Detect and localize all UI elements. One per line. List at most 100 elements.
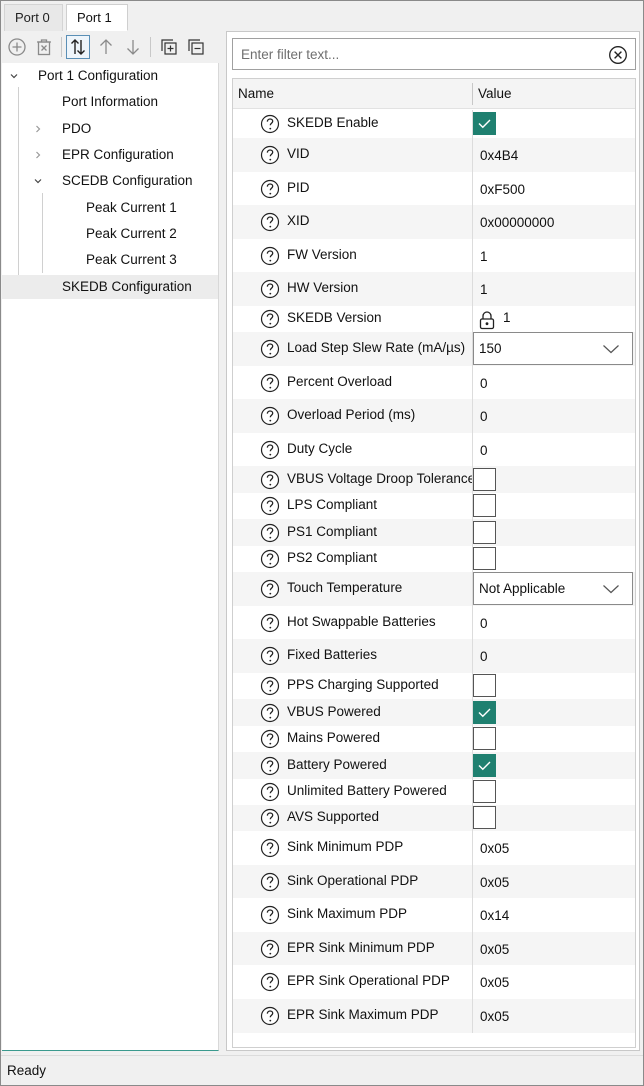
property-value[interactable]: 0 <box>480 616 488 631</box>
value-dropdown[interactable]: 150 <box>473 332 633 365</box>
help-icon[interactable] <box>260 523 280 543</box>
collapse-all-button[interactable] <box>184 35 208 59</box>
property-value[interactable]: 0x05 <box>480 1009 509 1024</box>
property-row[interactable]: PS1 Compliant <box>233 519 635 546</box>
clear-filter-icon[interactable] <box>608 45 628 65</box>
property-value[interactable]: 0x05 <box>480 875 509 890</box>
help-icon[interactable] <box>260 373 280 393</box>
checkbox-unchecked[interactable] <box>473 806 496 829</box>
help-icon[interactable] <box>260 145 280 165</box>
help-icon[interactable] <box>260 246 280 266</box>
help-icon[interactable] <box>260 756 280 776</box>
property-row[interactable]: VBUS Powered <box>233 699 635 726</box>
property-row[interactable]: Mains Powered <box>233 726 635 752</box>
tree-item-pdo[interactable]: PDO <box>2 117 218 141</box>
tree-item-port-1-configuration[interactable]: Port 1 Configuration <box>2 64 218 88</box>
help-icon[interactable] <box>260 212 280 232</box>
property-row[interactable]: Battery Powered <box>233 752 635 779</box>
property-row[interactable]: Duty Cycle 0 <box>233 433 635 466</box>
property-row[interactable]: LPS Compliant <box>233 493 635 519</box>
help-icon[interactable] <box>260 339 280 359</box>
move-down-button[interactable] <box>121 35 145 59</box>
property-row[interactable]: Sink Maximum PDP 0x14 <box>233 898 635 932</box>
help-icon[interactable] <box>260 579 280 599</box>
help-icon[interactable] <box>260 549 280 569</box>
property-row[interactable]: Hot Swappable Batteries 0 <box>233 606 635 639</box>
checkbox-unchecked[interactable] <box>473 674 496 697</box>
help-icon[interactable] <box>260 676 280 696</box>
column-separator[interactable] <box>472 83 473 105</box>
property-value[interactable]: 0 <box>480 443 488 458</box>
checkbox-unchecked[interactable] <box>473 780 496 803</box>
help-icon[interactable] <box>260 808 280 828</box>
tab-port-0[interactable]: Port 0 <box>4 4 63 31</box>
tree-item-port-information[interactable]: Port Information <box>2 90 218 114</box>
checkbox-unchecked[interactable] <box>473 727 496 750</box>
help-icon[interactable] <box>260 496 280 516</box>
chevron-right-icon[interactable] <box>31 117 45 141</box>
tree-item-peak-current-3[interactable]: Peak Current 3 <box>2 248 218 272</box>
property-row[interactable]: FW Version 1 <box>233 239 635 272</box>
delete-button[interactable] <box>32 35 56 59</box>
property-value[interactable]: 0 <box>480 649 488 664</box>
checkbox-checked[interactable] <box>473 701 496 724</box>
property-value[interactable]: 0x05 <box>480 841 509 856</box>
help-icon[interactable] <box>260 114 280 134</box>
help-icon[interactable] <box>260 440 280 460</box>
property-row[interactable]: Percent Overload 0 <box>233 366 635 399</box>
property-row[interactable]: PPS Charging Supported <box>233 673 635 699</box>
property-row[interactable]: Sink Operational PDP 0x05 <box>233 865 635 898</box>
property-row[interactable]: EPR Sink Minimum PDP 0x05 <box>233 932 635 965</box>
help-icon[interactable] <box>260 703 280 723</box>
property-row[interactable]: Unlimited Battery Powered <box>233 779 635 805</box>
tree-item-scedb-configuration[interactable]: SCEDB Configuration <box>2 169 218 193</box>
property-value[interactable]: 0x4B4 <box>480 148 518 163</box>
help-icon[interactable] <box>260 646 280 666</box>
property-value[interactable]: 0x00000000 <box>480 215 554 230</box>
property-row[interactable]: VID 0x4B4 <box>233 138 635 172</box>
checkbox-unchecked[interactable] <box>473 547 496 570</box>
property-value[interactable]: 1 <box>480 282 488 297</box>
checkbox-checked[interactable] <box>473 754 496 777</box>
help-icon[interactable] <box>260 1006 280 1026</box>
help-icon[interactable] <box>260 872 280 892</box>
property-value[interactable]: 0 <box>480 409 488 424</box>
property-value[interactable]: 0x05 <box>480 942 509 957</box>
checkbox-checked[interactable] <box>473 112 496 135</box>
tab-port-1[interactable]: Port 1 <box>66 4 128 31</box>
checkbox-unchecked[interactable] <box>473 494 496 517</box>
filter-input[interactable] <box>239 44 599 64</box>
help-icon[interactable] <box>260 613 280 633</box>
checkbox-unchecked[interactable] <box>473 521 496 544</box>
chevron-down-icon[interactable] <box>31 169 45 193</box>
help-icon[interactable] <box>260 972 280 992</box>
expand-all-button[interactable] <box>157 35 181 59</box>
swap-order-button[interactable] <box>66 35 90 59</box>
help-icon[interactable] <box>260 279 280 299</box>
help-icon[interactable] <box>260 782 280 802</box>
tree-item-peak-current-2[interactable]: Peak Current 2 <box>2 222 218 246</box>
chevron-down-icon[interactable] <box>7 64 21 88</box>
property-row[interactable]: Touch Temperature Not Applicable <box>233 572 635 606</box>
property-row[interactable]: SKEDB Enable <box>233 110 635 138</box>
help-icon[interactable] <box>260 309 280 329</box>
value-dropdown[interactable]: Not Applicable <box>473 572 633 605</box>
help-icon[interactable] <box>260 470 280 490</box>
move-up-button[interactable] <box>94 35 118 59</box>
property-row[interactable]: Overload Period (ms) 0 <box>233 399 635 433</box>
property-value[interactable]: 0 <box>480 376 488 391</box>
help-icon[interactable] <box>260 729 280 749</box>
tree-item-epr-configuration[interactable]: EPR Configuration <box>2 143 218 167</box>
property-row[interactable]: Fixed Batteries 0 <box>233 639 635 673</box>
help-icon[interactable] <box>260 905 280 925</box>
help-icon[interactable] <box>260 406 280 426</box>
property-row[interactable]: Sink Minimum PDP 0x05 <box>233 831 635 865</box>
property-row[interactable]: HW Version 1 <box>233 272 635 306</box>
property-row[interactable]: PID 0xF500 <box>233 172 635 205</box>
tree-item-skedb-configuration[interactable]: SKEDB Configuration <box>2 275 218 299</box>
property-value[interactable]: 0x05 <box>480 975 509 990</box>
help-icon[interactable] <box>260 939 280 959</box>
property-row[interactable]: XID 0x00000000 <box>233 205 635 239</box>
help-icon[interactable] <box>260 179 280 199</box>
tree-item-peak-current-1[interactable]: Peak Current 1 <box>2 196 218 220</box>
